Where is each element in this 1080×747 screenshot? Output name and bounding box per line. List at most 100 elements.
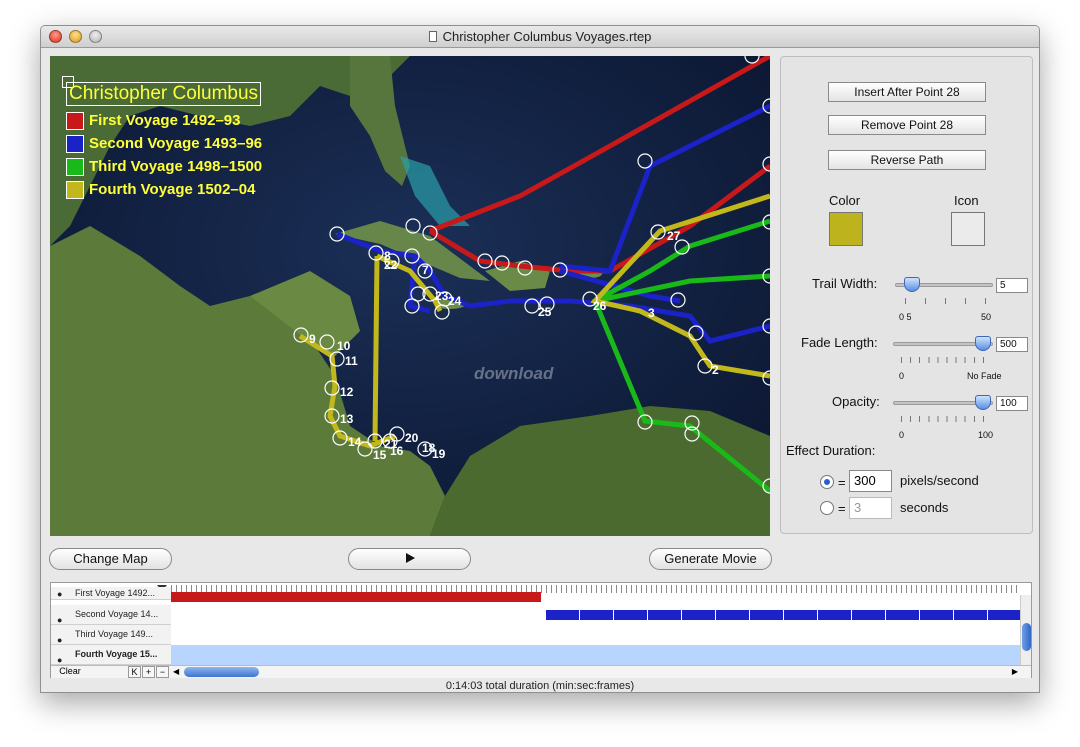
- point-label: 14: [348, 435, 362, 449]
- app-window: Christopher Columbus Voyages.rtep 27 8 2…: [40, 25, 1040, 693]
- legend-item: First Voyage 1492–93: [66, 109, 262, 132]
- timeline-segment[interactable]: [546, 610, 1021, 620]
- visibility-eye-icon[interactable]: ●: [57, 631, 62, 644]
- point-label: 16: [390, 444, 404, 458]
- equals-sign: =: [838, 501, 846, 516]
- pixels-per-second-field[interactable]: 300: [849, 470, 892, 492]
- timeline-vertical-scrollbar[interactable]: [1020, 595, 1031, 667]
- legend-item: Fourth Voyage 1502–04: [66, 178, 262, 201]
- change-map-button[interactable]: Change Map: [49, 548, 172, 570]
- properties-panel: Insert After Point 28 Remove Point 28 Re…: [780, 56, 1033, 534]
- remove-point-button[interactable]: Remove Point 28: [828, 115, 986, 135]
- opacity-tick-max: 100: [978, 430, 994, 440]
- remove-point-small-button[interactable]: −: [156, 666, 169, 678]
- opacity-thumb[interactable]: [975, 395, 991, 410]
- keyframe-button[interactable]: K: [128, 666, 141, 678]
- point-label: 12: [340, 385, 354, 399]
- generate-movie-button[interactable]: Generate Movie: [649, 548, 772, 570]
- lane-second-voyage[interactable]: [171, 605, 1021, 625]
- point-label: 10: [337, 339, 351, 353]
- equals-sign: =: [838, 475, 846, 490]
- lane-third-voyage[interactable]: [171, 625, 1021, 645]
- clear-button[interactable]: Clear: [51, 666, 89, 678]
- icon-well[interactable]: [951, 212, 985, 246]
- close-window-button[interactable]: [49, 30, 62, 43]
- fade-length-tick-min: 0: [899, 371, 905, 381]
- fade-length-label: Fade Length:: [801, 335, 878, 350]
- scroll-right-arrow-icon[interactable]: ▶: [1012, 667, 1018, 676]
- opacity-tick-min: 0: [899, 430, 905, 440]
- scroll-left-arrow-icon[interactable]: ◀: [173, 667, 179, 676]
- legend-swatch: [66, 134, 84, 153]
- vertical-scroll-thumb[interactable]: [1022, 623, 1031, 651]
- point-label: 3: [648, 306, 655, 320]
- trail-width-thumb[interactable]: [904, 277, 920, 292]
- trail-width-ticks: [905, 298, 987, 304]
- pixels-per-second-radio[interactable]: [820, 475, 834, 489]
- legend-swatch: [66, 111, 84, 130]
- lane-fourth-voyage-selected[interactable]: [171, 645, 1021, 665]
- fade-length-ticks: [901, 357, 991, 363]
- document-icon: [428, 31, 437, 42]
- color-well[interactable]: [829, 212, 863, 246]
- track-first-voyage[interactable]: ● First Voyage 1492...: [51, 587, 171, 600]
- status-duration: 0:14:03 total duration (min:sec:frames): [445, 680, 635, 692]
- point-label: 20: [405, 431, 419, 445]
- window-title: Christopher Columbus Voyages.rtep: [442, 29, 652, 44]
- trail-width-field[interactable]: 5: [996, 278, 1028, 293]
- point-label: 13: [340, 412, 354, 426]
- seconds-radio[interactable]: [820, 501, 834, 515]
- legend-item: Second Voyage 1493–96: [66, 132, 262, 155]
- opacity-field[interactable]: 100: [996, 396, 1028, 411]
- timeline-segment[interactable]: [171, 592, 541, 602]
- reverse-path-button[interactable]: Reverse Path: [828, 150, 986, 170]
- trail-width-tick-min: 0 5: [899, 312, 912, 322]
- pixels-per-second-label: pixels/second: [900, 473, 979, 488]
- watermark-logo: download: [474, 364, 554, 383]
- point-label: 2: [712, 363, 719, 377]
- title-bar: Christopher Columbus Voyages.rtep: [41, 26, 1039, 48]
- opacity-ticks: [901, 416, 991, 422]
- point-label: 22: [384, 258, 398, 272]
- point-label: 9: [309, 332, 316, 346]
- point-label: 27: [667, 229, 681, 243]
- legend-swatch: [66, 180, 84, 199]
- zoom-window-button[interactable]: [89, 30, 102, 43]
- track-second-voyage[interactable]: ● Second Voyage 14...: [51, 605, 171, 625]
- track-third-voyage[interactable]: ● Third Voyage 149...: [51, 625, 171, 645]
- timeline-footer: Clear K + − ◀ ▶: [51, 665, 1031, 678]
- effect-duration-label: Effect Duration:: [786, 443, 876, 458]
- play-icon: [405, 553, 415, 563]
- map-view[interactable]: 27 8 22 7 23 24 25 26 3 2 9 10 11 12 13 …: [50, 56, 770, 536]
- point-label: 7: [422, 263, 429, 277]
- point-label: 24: [448, 294, 462, 308]
- point-label: 26: [593, 299, 607, 313]
- timeline-horizontal-scrollbar[interactable]: ◀ ▶: [171, 666, 1021, 678]
- trail-width-label: Trail Width:: [812, 276, 878, 291]
- minimize-window-button[interactable]: [69, 30, 82, 43]
- insert-point-button[interactable]: Insert After Point 28: [828, 82, 986, 102]
- point-label: 19: [432, 447, 446, 461]
- point-label: 11: [345, 354, 358, 368]
- icon-label: Icon: [954, 193, 979, 208]
- trail-width-tick-max: 50: [981, 312, 992, 322]
- fade-length-tick-max: No Fade: [967, 371, 1002, 381]
- play-button[interactable]: [348, 548, 471, 570]
- legend-swatch: [66, 157, 84, 176]
- visibility-eye-icon[interactable]: ●: [57, 611, 62, 624]
- point-label: 25: [538, 305, 552, 319]
- legend-title: Christopher Columbus: [66, 82, 262, 106]
- add-point-button[interactable]: +: [142, 666, 155, 678]
- track-fourth-voyage[interactable]: ● Fourth Voyage 15...: [51, 645, 171, 665]
- opacity-label: Opacity:: [832, 394, 880, 409]
- point-label: 23: [435, 289, 449, 303]
- map-legend[interactable]: Christopher Columbus First Voyage 1492–9…: [66, 82, 262, 201]
- fade-length-field[interactable]: 500: [996, 337, 1028, 352]
- horizontal-scroll-thumb[interactable]: [184, 667, 259, 677]
- visibility-eye-icon[interactable]: ●: [57, 588, 62, 599]
- visibility-eye-icon[interactable]: ●: [57, 651, 62, 664]
- fade-length-thumb[interactable]: [975, 336, 991, 351]
- seconds-field[interactable]: 3: [849, 497, 892, 519]
- timeline[interactable]: ● First Voyage 1492... ● Second Voyage 14.…: [50, 582, 1032, 678]
- seconds-label: seconds: [900, 500, 949, 515]
